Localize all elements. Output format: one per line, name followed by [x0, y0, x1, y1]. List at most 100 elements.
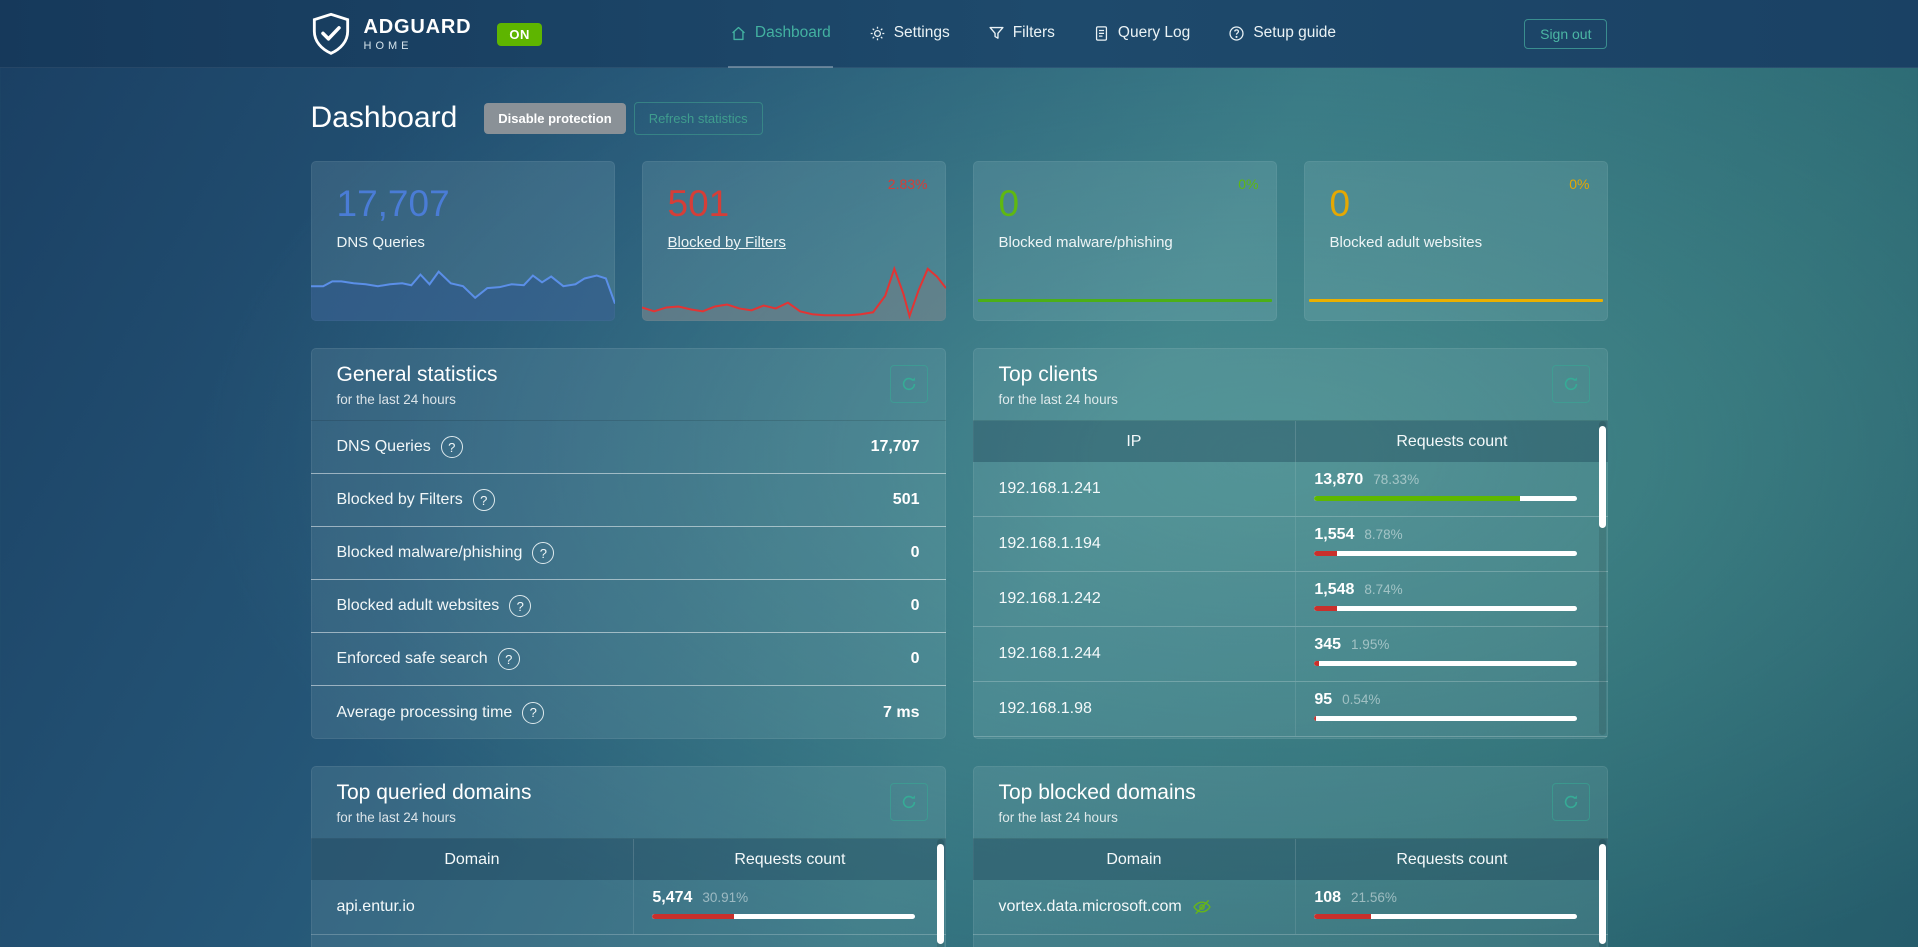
progress-bar: [1314, 551, 1577, 556]
nav-item-query-log[interactable]: Query Log: [1091, 0, 1192, 68]
progress-bar-fill: [652, 914, 733, 919]
panel-subtitle: for the last 24 hours: [999, 392, 1582, 407]
nav-label: Dashboard: [755, 24, 831, 42]
domain-row: vortex.data.microsoft.com 10821.56%: [973, 880, 1608, 935]
stat-value: 0: [911, 544, 920, 562]
refresh-button[interactable]: [890, 365, 928, 403]
request-count: 5,474: [652, 889, 692, 907]
panel-title: Top queried domains: [337, 781, 920, 805]
table-header: Domain Requests count: [311, 839, 946, 880]
help-icon[interactable]: ?: [441, 436, 463, 458]
top-clients-panel: Top clients for the last 24 hours IP Req…: [973, 348, 1608, 739]
domain-name[interactable]: vortex.data.microsoft.com: [999, 898, 1182, 916]
request-percent: 21.56%: [1351, 890, 1397, 905]
scrollbar-thumb[interactable]: [937, 844, 944, 944]
eye-off-icon[interactable]: [1192, 897, 1212, 917]
brand-subname: HOME: [364, 41, 472, 52]
nav-item-filters[interactable]: Filters: [986, 0, 1057, 68]
refresh-statistics-button[interactable]: Refresh statistics: [634, 102, 763, 135]
client-row: 192.168.1.244 345 1.95%: [973, 627, 1608, 682]
home-icon: [730, 25, 747, 42]
column-header-ip: IP: [973, 421, 1297, 462]
stat-label: Average processing time: [337, 704, 513, 722]
refresh-button[interactable]: [1552, 783, 1590, 821]
sign-out-button[interactable]: Sign out: [1524, 19, 1607, 49]
nav-label: Query Log: [1118, 24, 1190, 42]
request-count: 345: [1314, 636, 1341, 654]
dns-queries-label: DNS Queries: [337, 234, 425, 251]
dns-queries-sparkline: [311, 263, 615, 321]
client-row: 192.168.1.98 950.54%: [973, 682, 1608, 737]
column-header-requests-count: Requests count: [1296, 839, 1607, 880]
stat-label: DNS Queries: [337, 438, 431, 456]
flat-sparkline: [1309, 299, 1603, 302]
refresh-icon: [1563, 794, 1579, 810]
column-header-requests-count: Requests count: [634, 839, 945, 880]
scrollbar-thumb[interactable]: [1599, 426, 1606, 528]
help-icon[interactable]: ?: [498, 648, 520, 670]
blocked-filters-percent: 2.83%: [888, 176, 928, 192]
domain-name[interactable]: api.entur.io: [311, 880, 635, 934]
protection-status-badge: ON: [497, 23, 542, 46]
refresh-icon: [1563, 376, 1579, 392]
blocked-malware-percent: 0%: [1238, 176, 1258, 192]
stat-label: Enforced safe search: [337, 650, 488, 668]
refresh-icon: [901, 794, 917, 810]
top-blocked-domains-panel: Top blocked domains for the last 24 hour…: [973, 766, 1608, 947]
help-icon[interactable]: ?: [522, 702, 544, 724]
dns-queries-value: 17,707: [337, 185, 615, 222]
help-icon[interactable]: ?: [532, 542, 554, 564]
progress-bar: [1314, 661, 1577, 666]
card-blocked-adult: 0% 0 Blocked adult websites: [1304, 161, 1608, 321]
nav-item-dashboard[interactable]: Dashboard: [728, 0, 833, 68]
request-percent: 1.95%: [1351, 637, 1389, 652]
client-ip[interactable]: 192.168.1.194: [973, 517, 1297, 571]
request-percent: 30.91%: [702, 890, 748, 905]
request-count: 13,870: [1314, 471, 1363, 489]
help-icon[interactable]: ?: [473, 489, 495, 511]
stat-value: 0: [911, 650, 920, 668]
nav-item-setup-guide[interactable]: Setup guide: [1226, 0, 1338, 68]
progress-bar-fill: [1314, 661, 1319, 666]
document-icon: [1093, 25, 1110, 42]
client-ip[interactable]: 192.168.1.242: [973, 572, 1297, 626]
domain-row: api.entur.io 5,474 30.91%: [311, 880, 946, 935]
stat-row: Blocked adult websites? 0: [311, 580, 946, 633]
client-ip[interactable]: 192.168.1.244: [973, 627, 1297, 681]
column-header-domain: Domain: [973, 839, 1297, 880]
stat-value: 7 ms: [883, 704, 919, 722]
card-dns-queries: 17,707 DNS Queries: [311, 161, 615, 321]
nav-label: Settings: [894, 24, 950, 42]
client-row: 192.168.1.194 1,5548.78%: [973, 517, 1608, 572]
stat-row: Blocked malware/phishing? 0: [311, 527, 946, 580]
blocked-adult-label: Blocked adult websites: [1330, 234, 1483, 251]
request-count: 1,554: [1314, 526, 1354, 544]
flat-sparkline: [978, 299, 1272, 302]
blocked-filters-link[interactable]: Blocked by Filters: [668, 234, 786, 251]
panel-title: General statistics: [337, 363, 920, 387]
table-header: IP Requests count: [973, 421, 1608, 462]
panel-subtitle: for the last 24 hours: [337, 392, 920, 407]
nav-item-settings[interactable]: Settings: [867, 0, 952, 68]
progress-bar-fill: [1314, 496, 1520, 501]
panel-subtitle: for the last 24 hours: [999, 810, 1582, 825]
panel-subtitle: for the last 24 hours: [337, 810, 920, 825]
disable-protection-button[interactable]: Disable protection: [484, 103, 625, 134]
column-header-requests-count: Requests count: [1296, 421, 1607, 462]
gear-icon: [869, 25, 886, 42]
question-circle-icon: [1228, 25, 1245, 42]
blocked-adult-percent: 0%: [1569, 176, 1589, 192]
help-icon[interactable]: ?: [509, 595, 531, 617]
nav-label: Filters: [1013, 24, 1055, 42]
stat-label: Blocked malware/phishing: [337, 544, 523, 562]
refresh-icon: [901, 376, 917, 392]
card-blocked-filters: 2.83% 501 Blocked by Filters: [642, 161, 946, 321]
scrollbar-thumb[interactable]: [1599, 844, 1606, 944]
client-ip[interactable]: 192.168.1.241: [973, 462, 1297, 516]
request-percent: 8.74%: [1364, 582, 1402, 597]
client-ip[interactable]: 192.168.1.98: [973, 682, 1297, 736]
refresh-button[interactable]: [1552, 365, 1590, 403]
refresh-button[interactable]: [890, 783, 928, 821]
stat-value: 501: [893, 491, 920, 509]
blocked-malware-value: 0: [999, 185, 1277, 222]
